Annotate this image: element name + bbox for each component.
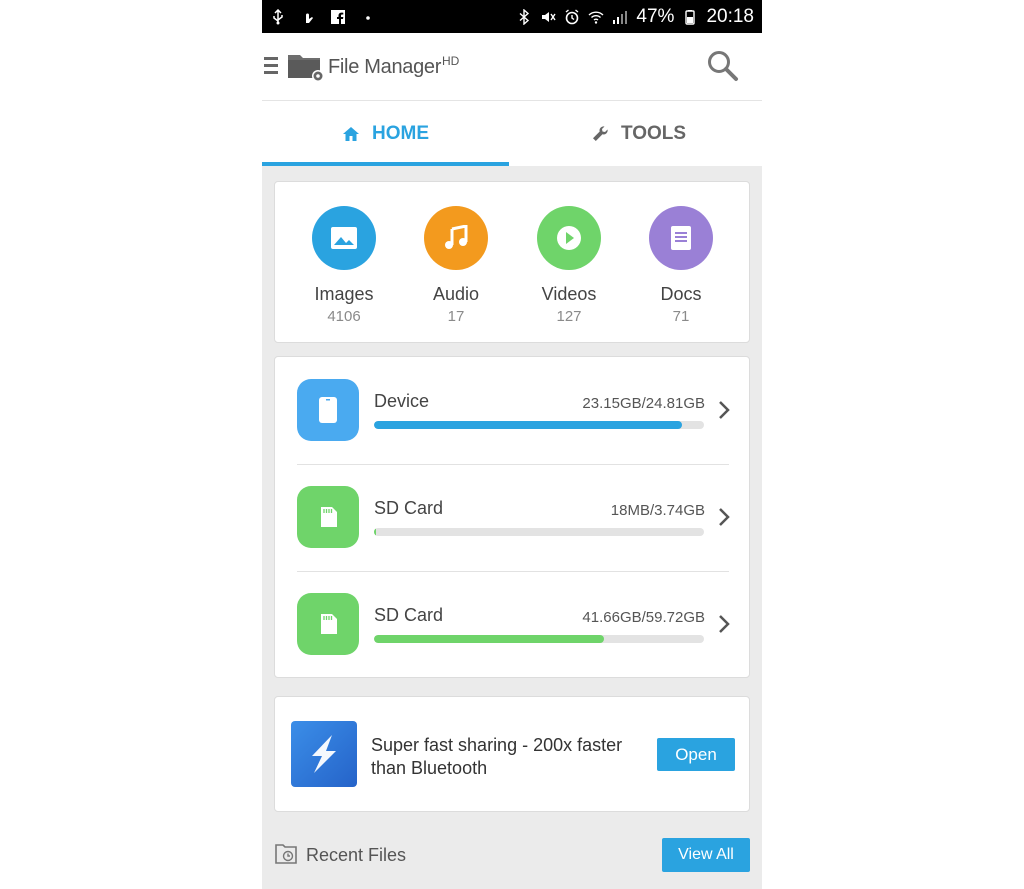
chevron-right-icon [719,615,730,633]
usb-icon [273,8,283,24]
open-button[interactable]: Open [657,738,735,771]
storage-progress-bar [374,528,704,536]
tab-tools-label: TOOLS [620,123,687,144]
status-bar: 47% 20:18 [262,0,762,33]
signal-icon [613,10,628,24]
storage-progress-bar [374,421,704,429]
app-title: File Manager [328,56,442,78]
chevron-right-icon [719,401,730,419]
chevron-right-icon [719,508,730,526]
home-icon [343,127,359,141]
recent-files-label: Recent Files [306,845,407,865]
play-icon [537,206,601,270]
search-icon[interactable] [706,49,740,83]
bluetooth-icon [519,8,530,25]
storage-name: SD Card [374,605,444,625]
category-docs[interactable]: Docs 71 [631,206,731,325]
storage-name: SD Card [374,498,444,518]
mute-icon [542,11,557,22]
battery-icon [685,9,696,25]
tab-tools[interactable]: TOOLS [515,101,762,167]
sd-card-icon [297,593,359,655]
category-count: 4106 [327,308,361,325]
category-label: Videos [541,284,597,304]
storage-row-sdcard[interactable]: SD Card 18MB/3.74GB [275,464,751,571]
category-label: Images [314,284,374,304]
category-label: Audio [432,284,480,304]
clock: 20:18 [706,5,754,27]
storage-usage: 23.15GB/24.81GB [582,395,705,412]
tab-active-indicator [262,162,509,166]
app-title-suffix: HD [442,54,460,68]
category-videos[interactable]: Videos 127 [519,206,619,325]
storage-progress-fill [374,635,605,643]
view-all-button[interactable]: View All [662,838,750,872]
phone-screen: 47% 20:18 File Manager HD HOME TOOLS Ima… [262,0,762,889]
storage-usage: 41.66GB/59.72GB [582,609,705,626]
clock-folder-icon [275,844,297,864]
storage-usage: 18MB/3.74GB [610,502,705,519]
storage-name: Device [374,391,430,411]
phone-icon [297,379,359,441]
alarm-icon [565,8,579,24]
storage-progress-fill [374,528,376,536]
music-icon [424,206,488,270]
category-card: Images 4106 Audio 17 Videos 127 Docs 71 [274,181,750,343]
dot-icon [366,15,370,20]
storage-row-device[interactable]: Device 23.15GB/24.81GB [275,357,751,464]
menu-icon[interactable] [264,57,278,77]
app-bar: File Manager HD [262,33,762,100]
promo-text: Super fast sharing - 200x faster than Bl… [371,735,623,778]
promo-card: Super fast sharing - 200x faster than Bl… [274,696,750,812]
battery-percent: 47% [636,5,675,27]
wifi-icon [588,10,604,24]
sd-card-icon [297,486,359,548]
category-count: 71 [672,308,690,325]
tab-bar: HOME TOOLS [262,100,762,166]
document-icon [649,206,713,270]
category-label: Docs [660,284,702,304]
tab-home-label: HOME [372,123,429,144]
category-count: 127 [556,308,582,325]
storage-card: Device 23.15GB/24.81GB SD Card 18MB/3.74… [274,356,750,678]
wrench-icon [592,126,608,141]
folder-gear-icon [288,55,324,82]
category-audio[interactable]: Audio 17 [406,206,506,325]
storage-progress-fill [374,421,682,429]
tab-home[interactable]: HOME [262,101,509,167]
storage-row-sdcard[interactable]: SD Card 41.66GB/59.72GB [275,571,751,678]
image-icon [312,206,376,270]
storage-progress-bar [374,635,704,643]
category-images[interactable]: Images 4106 [294,206,394,325]
gesture-icon [306,13,313,23]
category-count: 17 [447,308,465,325]
facebook-icon [331,9,345,25]
shareit-icon[interactable] [291,721,357,787]
